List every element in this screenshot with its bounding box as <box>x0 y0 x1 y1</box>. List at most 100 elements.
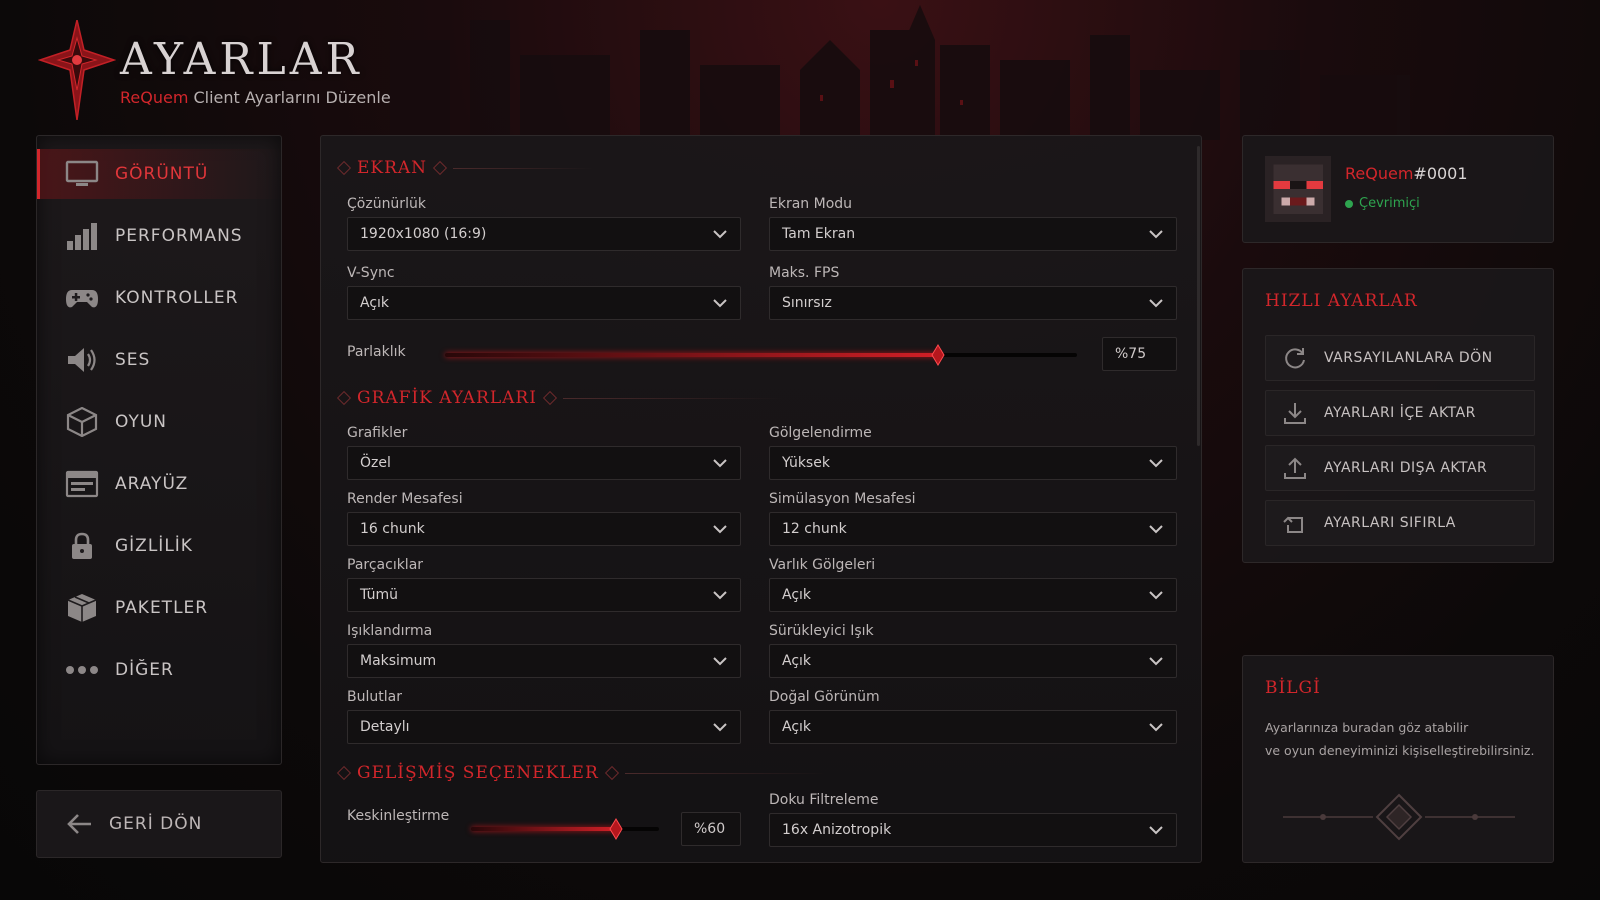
resolution-label: Çözünürlük <box>347 196 426 212</box>
arrow-left-icon <box>67 814 91 834</box>
cube-icon <box>65 407 99 437</box>
avatar[interactable] <box>1265 156 1331 222</box>
brightness-label: Parlaklık <box>347 344 406 360</box>
max-fps-select[interactable]: Sınırsız <box>769 286 1177 320</box>
quick-settings-panel: HIZLI AYARLAR VARSAYILANLARA DÖN AYARLAR… <box>1242 268 1554 563</box>
chevron-down-icon <box>1149 657 1163 666</box>
export-settings-button[interactable]: AYARLARI DIŞA AKTAR <box>1265 445 1535 491</box>
natural-view-label: Doğal Görünüm <box>769 689 880 705</box>
render-distance-select[interactable]: 16 chunk <box>347 512 741 546</box>
refresh-icon <box>1285 348 1305 369</box>
online-dot-icon <box>1345 199 1353 208</box>
sharpening-label: Keskinleştirme <box>347 808 450 824</box>
immersive-light-select[interactable]: Açık <box>769 644 1177 678</box>
sidebar-item-goruntu[interactable]: GÖRÜNTÜ <box>37 149 283 199</box>
sharpening-slider-fill <box>471 827 616 831</box>
sharpening-slider-thumb[interactable] <box>605 818 627 840</box>
screen-mode-select[interactable]: Tam Ekran <box>769 217 1177 251</box>
info-title: BİLGİ <box>1265 678 1321 698</box>
chevron-down-icon <box>713 459 727 468</box>
chevron-down-icon <box>1149 826 1163 835</box>
brightness-slider[interactable] <box>445 344 1077 366</box>
restore-defaults-button[interactable]: VARSAYILANLARA DÖN <box>1265 335 1535 381</box>
chevron-down-icon <box>713 230 727 239</box>
simulation-distance-select[interactable]: 12 chunk <box>769 512 1177 546</box>
chevron-down-icon <box>713 525 727 534</box>
sharpening-value[interactable]: %60 <box>681 812 741 846</box>
speaker-icon <box>65 345 99 375</box>
sidebar-item-paketler[interactable]: PAKETLER <box>37 583 283 633</box>
max-fps-label: Maks. FPS <box>769 265 840 281</box>
sidebar-item-kontroller[interactable]: KONTROLLER <box>37 273 283 323</box>
section-title-grafik: GRAFİK AYARLARI <box>331 388 783 408</box>
sidebar-item-oyun[interactable]: OYUN <box>37 397 283 447</box>
upload-icon <box>1284 457 1306 479</box>
immersive-light-label: Sürükleyici Işık <box>769 623 874 639</box>
particles-label: Parçacıklar <box>347 557 424 573</box>
texture-filtering-select[interactable]: 16x Anizotropik <box>769 813 1177 847</box>
more-dots-icon <box>65 655 99 685</box>
download-icon <box>1284 403 1306 424</box>
reset-settings-button[interactable]: AYARLARI SIFIRLA <box>1265 500 1535 546</box>
simulation-distance-label: Simülasyon Mesafesi <box>769 491 916 507</box>
crest-logo-icon <box>38 20 116 120</box>
render-distance-label: Render Mesafesi <box>347 491 463 507</box>
window-icon <box>65 469 99 499</box>
back-button-label: GERİ DÖN <box>109 814 203 834</box>
chevron-down-icon <box>713 591 727 600</box>
page-title: AYARLAR <box>120 34 363 85</box>
chevron-down-icon <box>713 299 727 308</box>
chevron-down-icon <box>1149 591 1163 600</box>
gamepad-icon <box>65 283 99 313</box>
chevron-down-icon <box>1149 299 1163 308</box>
username: ReQuem#0001 <box>1345 164 1468 183</box>
shading-label: Gölgelendirme <box>769 425 872 441</box>
monitor-icon <box>65 159 99 189</box>
page-subtitle: ReQuem Client Ayarlarını Düzenle <box>120 88 391 107</box>
natural-view-select[interactable]: Açık <box>769 710 1177 744</box>
chevron-down-icon <box>1149 459 1163 468</box>
entity-shadows-select[interactable]: Açık <box>769 578 1177 612</box>
shading-select[interactable]: Yüksek <box>769 446 1177 480</box>
sidebar-item-performans[interactable]: PERFORMANS <box>37 211 283 261</box>
back-button[interactable]: GERİ DÖN <box>36 790 282 858</box>
vsync-select[interactable]: Açık <box>347 286 741 320</box>
entity-shadows-label: Varlık Gölgeleri <box>769 557 876 573</box>
chevron-down-icon <box>713 657 727 666</box>
particles-select[interactable]: Tümü <box>347 578 741 612</box>
sidebar-item-gizlilik[interactable]: GİZLİLİK <box>37 521 283 571</box>
status-badge: Çevrimiçi <box>1345 196 1420 211</box>
panel-scrollbar[interactable] <box>1197 146 1200 446</box>
sidebar-item-arayuz[interactable]: ARAYÜZ <box>37 459 283 509</box>
page-header: AYARLAR ReQuem Client Ayarlarını Düzenle <box>38 20 391 120</box>
lighting-select[interactable]: Maksimum <box>347 644 741 678</box>
clouds-select[interactable]: Detaylı <box>347 710 741 744</box>
graphics-label: Grafikler <box>347 425 408 441</box>
brightness-value[interactable]: %75 <box>1102 337 1177 371</box>
bar-chart-icon <box>65 221 99 251</box>
quick-settings-title: HIZLI AYARLAR <box>1265 291 1418 311</box>
chevron-down-icon <box>1149 525 1163 534</box>
sharpening-slider[interactable] <box>471 818 659 840</box>
lock-icon <box>65 531 99 561</box>
sidebar-item-diger[interactable]: DİĞER <box>37 645 283 695</box>
graphics-select[interactable]: Özel <box>347 446 741 480</box>
section-title-ekran: EKRAN <box>331 158 594 178</box>
settings-panel: EKRAN Çözünürlük 1920x1080 (16:9) Ekran … <box>320 135 1202 863</box>
info-text: Ayarlarınıza buradan göz atabilir ve oyu… <box>1265 720 1535 758</box>
ornament-divider-icon <box>1283 793 1515 841</box>
chevron-down-icon <box>1149 230 1163 239</box>
chevron-down-icon <box>713 723 727 732</box>
texture-filtering-label: Doku Filtreleme <box>769 792 879 808</box>
resolution-select[interactable]: 1920x1080 (16:9) <box>347 217 741 251</box>
section-title-gelismis: GELİŞMİŞ SEÇENEKLER <box>331 763 825 783</box>
vsync-label: V-Sync <box>347 265 395 281</box>
chevron-down-icon <box>1149 723 1163 732</box>
import-settings-button[interactable]: AYARLARI İÇE AKTAR <box>1265 390 1535 436</box>
profile-card: ReQuem#0001 Çevrimiçi <box>1242 135 1554 243</box>
screen-mode-label: Ekran Modu <box>769 196 853 212</box>
reset-icon <box>1283 516 1303 533</box>
brightness-slider-fill <box>445 353 938 357</box>
sidebar-item-ses[interactable]: SES <box>37 335 283 385</box>
brightness-slider-thumb[interactable] <box>927 344 949 366</box>
